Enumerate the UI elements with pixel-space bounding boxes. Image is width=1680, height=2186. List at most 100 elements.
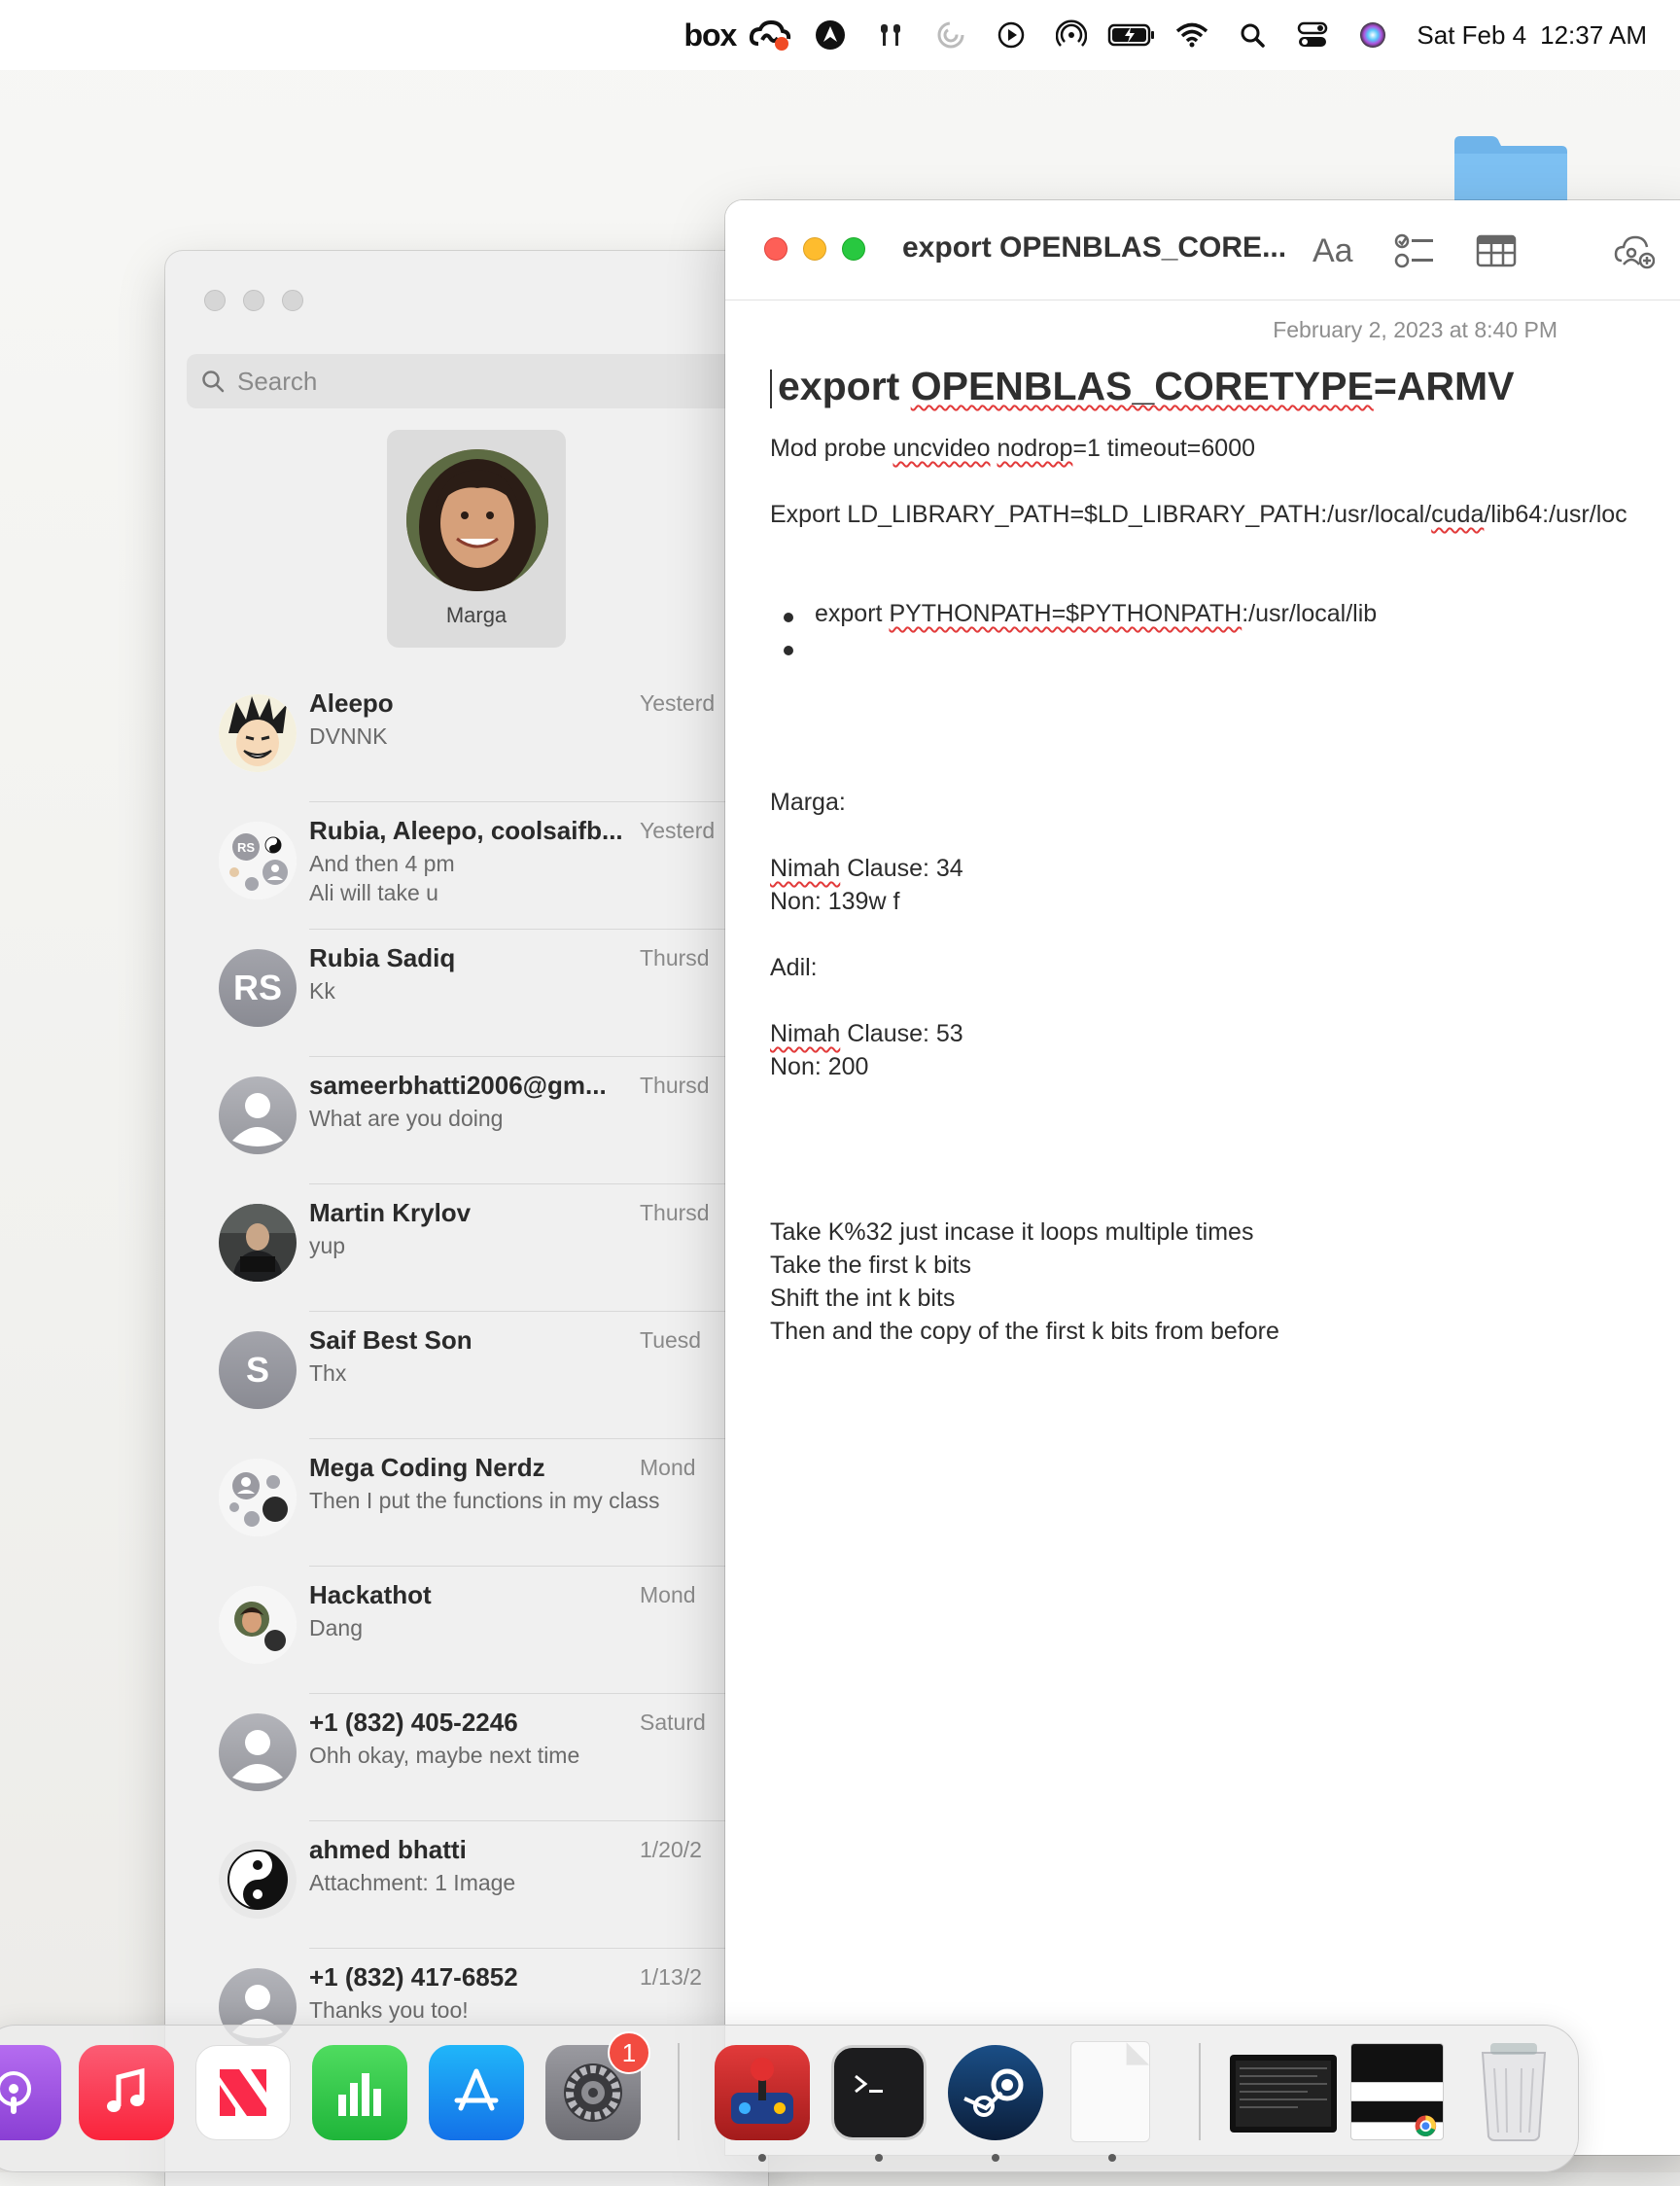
conversation-date: Tuesd — [640, 1327, 702, 1353]
note-date: February 2, 2023 at 8:40 PM — [1273, 317, 1558, 342]
note-line: Non: 139w f — [770, 888, 900, 915]
conversation-row[interactable]: +1 (832) 405-2246 Saturd Ohh okay, maybe… — [165, 1694, 768, 1821]
avatar — [219, 1204, 297, 1282]
conversation-name: Rubia Sadiq — [309, 943, 456, 972]
window-controls — [764, 237, 865, 261]
conversation-preview: Then I put the functions in my class — [309, 1488, 660, 1513]
numbers-icon[interactable] — [312, 2045, 407, 2140]
note-line: Take K%32 just incase it loops multiple … — [770, 1218, 1254, 1246]
close-button[interactable] — [764, 237, 788, 261]
conversation-name: Mega Coding Nerdz — [309, 1453, 545, 1482]
search-input[interactable] — [235, 365, 725, 398]
checklist-icon[interactable] — [1394, 229, 1435, 272]
note-line: Shift the int k bits — [770, 1285, 956, 1312]
search-field[interactable] — [187, 354, 768, 408]
note-line: Take the first k bits — [770, 1252, 972, 1279]
pinned-conversation[interactable]: Marga — [387, 430, 566, 648]
zoom-button[interactable] — [842, 237, 865, 261]
conversation-preview: Thx — [309, 1360, 347, 1386]
yinyang-icon — [219, 1841, 297, 1919]
trash-icon[interactable] — [1475, 2039, 1553, 2142]
control-center-icon[interactable] — [1282, 0, 1343, 70]
conversation-name: Hackathot — [309, 1580, 432, 1609]
conversation-date: Thursd — [640, 945, 710, 970]
conversation-row[interactable]: RS Rubia, Aleepo, coolsaifb... Yesterd A… — [165, 802, 768, 930]
conversation-row[interactable]: sameerbhatti2006@gm... Thursd What are y… — [165, 1057, 768, 1184]
conversation-row[interactable]: Martin Krylov Thursd yup — [165, 1184, 768, 1312]
conversation-name: +1 (832) 405-2246 — [309, 1708, 518, 1737]
pinned-name: Marga — [445, 603, 508, 627]
screen-preview-icon[interactable] — [1230, 2055, 1337, 2133]
conversation-row[interactable]: Hackathot Mond Dang — [165, 1567, 768, 1694]
table-icon[interactable] — [1476, 229, 1517, 272]
group-avatar: RS — [219, 822, 297, 899]
avatar — [406, 449, 548, 591]
conversation-preview: Dang — [309, 1615, 363, 1640]
note-line: Nimah Clause: 53 — [770, 1020, 963, 1047]
zoom-button[interactable] — [282, 290, 303, 311]
conversation-name: ahmed bhatti — [309, 1835, 467, 1864]
desktop-folder-icon[interactable] — [1452, 134, 1569, 208]
conversation-row[interactable]: ahmed bhatti 1/20/2 Attachment: 1 Image — [165, 1821, 768, 1949]
note-line: Then and the copy of the first k bits fr… — [770, 1318, 1279, 1345]
conversation-row[interactable]: Aleepo Yesterd DVNNK — [165, 675, 768, 802]
news-icon[interactable] — [195, 2045, 291, 2140]
window-controls — [204, 290, 303, 311]
collaborate-icon[interactable] — [1614, 229, 1655, 272]
conversation-preview: Thanks you too! — [309, 1997, 469, 2023]
svg-text:RS: RS — [237, 840, 255, 855]
play-icon[interactable] — [981, 0, 1041, 70]
note-line: Nimah Clause: 34 — [770, 855, 963, 882]
siri-icon[interactable] — [1343, 0, 1403, 70]
airpods-icon[interactable] — [860, 0, 921, 70]
steam-icon[interactable] — [948, 2045, 1043, 2140]
conversation-row[interactable]: Mega Coding Nerdz Mond Then I put the fu… — [165, 1439, 768, 1567]
bullet-item: export PYTHONPATH=$PYTHONPATH:/usr/local… — [815, 600, 1378, 627]
menu-bar: box Sat Feb 4 12:37 AM — [0, 0, 1680, 70]
wifi-icon[interactable] — [1162, 0, 1222, 70]
search-icon — [202, 370, 225, 393]
dock: 1 — [0, 2025, 1579, 2172]
battery-icon[interactable] — [1102, 0, 1162, 70]
document-icon[interactable] — [1070, 2041, 1150, 2142]
box-icon[interactable]: box — [680, 0, 740, 70]
dock-separator — [678, 2043, 680, 2140]
loading-icon[interactable] — [921, 0, 981, 70]
avatar — [219, 694, 297, 772]
running-indicator — [875, 2154, 883, 2162]
close-button[interactable] — [204, 290, 226, 311]
minimize-button[interactable] — [803, 237, 826, 261]
note-line: Marga: — [770, 789, 846, 816]
menu-time[interactable]: 12:37 AM — [1540, 20, 1647, 51]
format-text-button[interactable]: Aa — [1312, 229, 1353, 272]
cursor-app-icon[interactable] — [800, 0, 860, 70]
conversation-date: Thursd — [640, 1200, 710, 1225]
conversation-name: Martin Krylov — [309, 1198, 472, 1227]
conversation-name: +1 (832) 417-6852 — [309, 1962, 518, 1992]
note-line: Export LD_LIBRARY_PATH=$LD_LIBRARY_PATH:… — [770, 501, 1628, 528]
airdrop-icon[interactable] — [1041, 0, 1102, 70]
person-icon — [219, 1076, 297, 1154]
search-icon[interactable] — [1222, 0, 1282, 70]
menu-date[interactable]: Sat Feb 4 — [1417, 20, 1526, 51]
conversation-date: Mond — [640, 1455, 696, 1480]
notification-badge: 1 — [608, 2031, 650, 2074]
chrome-window-preview-icon[interactable] — [1350, 2043, 1444, 2140]
app-store-icon[interactable] — [429, 2045, 524, 2140]
terminal-icon[interactable] — [831, 2045, 927, 2140]
conversation-row[interactable]: RS Rubia Sadiq Thursd Kk — [165, 930, 768, 1057]
notes-toolbar: export OPENBLAS_CORE... Aa — [725, 200, 1680, 300]
conversation-date: Mond — [640, 1582, 696, 1607]
conversation-row[interactable]: S Saif Best Son Tuesd Thx — [165, 1312, 768, 1439]
conversation-date: 1/20/2 — [640, 1837, 702, 1862]
note-line: Mod probe uncvideo nodrop=1 timeout=6000 — [770, 435, 1256, 462]
creative-cloud-icon[interactable] — [740, 0, 800, 70]
podcasts-icon[interactable] — [0, 2045, 61, 2140]
conversation-preview: Kk — [309, 978, 335, 1004]
music-icon[interactable] — [79, 2045, 174, 2140]
running-indicator — [992, 2154, 999, 2162]
avatar: S — [219, 1331, 297, 1409]
avatar: RS — [219, 949, 297, 1027]
joystick-app-icon[interactable] — [715, 2045, 810, 2140]
minimize-button[interactable] — [243, 290, 264, 311]
